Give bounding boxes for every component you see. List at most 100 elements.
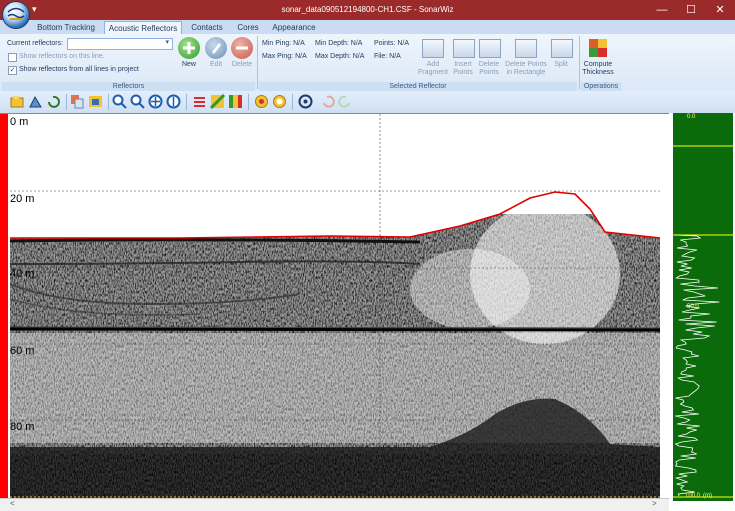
amplitude-side-panel: 0.0 50.0 100.0 (m): [669, 113, 735, 501]
delete-reflector-button[interactable]: [231, 37, 253, 59]
toolbar-separator: [248, 94, 249, 110]
amplitude-trace-plot: [673, 113, 733, 501]
color-palette-icon[interactable]: [228, 94, 243, 109]
zoom-in-icon[interactable]: [112, 94, 127, 109]
undo-icon[interactable]: [320, 94, 335, 109]
image-adjust-icon[interactable]: [209, 93, 226, 110]
target-settings-icon[interactable]: [272, 94, 287, 109]
insert-points-line1: Insert: [454, 61, 472, 68]
reflectors-group-label: Reflectors: [2, 82, 255, 91]
window-title: sonar_data090512194800-CH1.CSF - SonarWi…: [281, 5, 454, 14]
markers-icon[interactable]: [192, 94, 207, 109]
depth-label-0: 0 m: [10, 116, 29, 128]
insert-points-icon[interactable]: [453, 39, 475, 58]
points-label: Points: N/A: [374, 40, 410, 47]
side-mid-value: 50.0: [687, 304, 699, 310]
sonar-logo-icon: [7, 7, 25, 20]
add-fragment-button[interactable]: Add Fragment: [415, 61, 451, 77]
compute-line1: Compute: [583, 61, 613, 68]
delete-points-rect-line2: in Rectangle: [506, 69, 546, 76]
min-ping-label: Min Ping: N/A: [262, 40, 305, 47]
toolbar-separator: [186, 94, 187, 110]
edit-reflector-button[interactable]: [205, 37, 227, 59]
tab-appearance[interactable]: Appearance: [268, 21, 320, 34]
maximize-button[interactable]: ☐: [679, 2, 703, 18]
compute-thickness-icon[interactable]: [588, 38, 608, 58]
new-label: New: [181, 61, 196, 68]
copy-icon[interactable]: [70, 94, 85, 109]
add-fragment-line2: Fragment: [418, 69, 448, 76]
max-ping-label: Max Ping: N/A: [262, 53, 307, 60]
current-reflectors-label: Current reflectors:: [7, 40, 64, 47]
side-top-value: 0.0: [687, 114, 696, 120]
layers-icon[interactable]: [88, 94, 103, 109]
min-depth-label: Min Depth: N/A: [315, 40, 363, 47]
new-reflector-button[interactable]: [178, 37, 200, 59]
toolbar-separator: [292, 94, 293, 110]
delete-points-line1: Delete: [478, 61, 500, 68]
delete-label: Delete: [231, 61, 253, 68]
depth-label-40: 40 m: [10, 268, 35, 280]
add-fragment-line1: Add: [426, 61, 440, 68]
zoom-out-icon[interactable]: [130, 94, 145, 109]
side-bottom-value: 100.0: [685, 493, 701, 499]
insert-points-button[interactable]: Insert Points: [449, 61, 477, 77]
ribbon-separator: [257, 36, 258, 89]
title-bar: ▾ sonar_data090512194800-CH1.CSF - Sonar…: [0, 0, 735, 20]
scroll-left-icon[interactable]: <: [10, 499, 15, 508]
add-fragment-icon[interactable]: [422, 39, 444, 58]
tab-bottom-tracking[interactable]: Bottom Tracking: [30, 21, 102, 34]
toolbar: [0, 91, 735, 114]
scroll-right-icon[interactable]: >: [652, 499, 657, 508]
navigation-icon[interactable]: [28, 94, 43, 109]
chevron-down-icon: ▾: [165, 39, 169, 46]
file-label: File: N/A: [374, 53, 401, 60]
close-button[interactable]: ✕: [708, 2, 732, 18]
horizontal-scrollbar[interactable]: < >: [0, 498, 669, 511]
side-unit: (m): [703, 493, 712, 499]
minimize-button[interactable]: —: [650, 2, 674, 18]
compute-line2: Thickness: [582, 69, 614, 76]
pencil-icon: [212, 43, 221, 54]
ribbon-tab-strip: Bottom Tracking Acoustic Reflectors Cont…: [0, 20, 735, 35]
redo-icon[interactable]: [338, 94, 353, 109]
sonar-profile-view[interactable]: 0 m 20 m 40 m 60 m 80 m: [0, 113, 669, 499]
open-file-icon[interactable]: [10, 94, 25, 109]
show-on-line-checkbox[interactable]: [8, 53, 17, 62]
delete-points-line2: Points: [479, 69, 499, 76]
delete-points-rect-icon[interactable]: [515, 39, 537, 58]
selected-reflector-group-label: Selected Reflector: [259, 82, 577, 91]
tab-acoustic-reflectors[interactable]: Acoustic Reflectors: [104, 21, 182, 35]
sonar-ping-icon[interactable]: [298, 94, 313, 109]
toolbar-separator: [66, 94, 67, 110]
compute-thickness-button[interactable]: Compute Thickness: [578, 61, 618, 77]
depth-label-60: 60 m: [10, 345, 35, 357]
refresh-icon[interactable]: [46, 94, 61, 109]
operations-group-label: Operations: [581, 82, 621, 91]
target-icon[interactable]: [254, 94, 269, 109]
split-icon[interactable]: [551, 39, 573, 58]
delete-points-rect-button[interactable]: Delete Points in Rectangle: [502, 61, 550, 77]
show-all-checkbox[interactable]: ✓: [8, 66, 17, 75]
depth-label-80: 80 m: [10, 421, 35, 433]
toolbar-separator: [108, 94, 109, 110]
current-reflectors-combo[interactable]: ▾: [67, 38, 173, 50]
zoom-extent-icon[interactable]: [148, 94, 163, 109]
depth-label-20: 20 m: [10, 193, 35, 205]
max-depth-label: Max Depth: N/A: [315, 53, 365, 60]
delete-points-rect-line1: Delete Points: [505, 61, 547, 68]
ribbon-panel: Current reflectors: ▾ Show reflectors on…: [0, 34, 735, 92]
plus-icon: [183, 42, 195, 54]
delete-points-icon[interactable]: [479, 39, 501, 58]
vertical-zoom-icon[interactable]: [166, 94, 181, 109]
insert-points-line2: Points: [453, 69, 473, 76]
tab-cores[interactable]: Cores: [232, 21, 264, 34]
tab-contacts[interactable]: Contacts: [184, 21, 230, 34]
minus-icon: [236, 46, 248, 50]
sonar-profile-image: [0, 114, 661, 499]
show-on-line-label: Show reflectors on this line.: [19, 53, 105, 60]
delete-points-button[interactable]: Delete Points: [475, 61, 503, 77]
split-button[interactable]: Split: [548, 61, 574, 69]
show-all-label: Show reflectors from all lines in projec…: [19, 66, 139, 73]
application-menu-button[interactable]: [2, 1, 30, 29]
